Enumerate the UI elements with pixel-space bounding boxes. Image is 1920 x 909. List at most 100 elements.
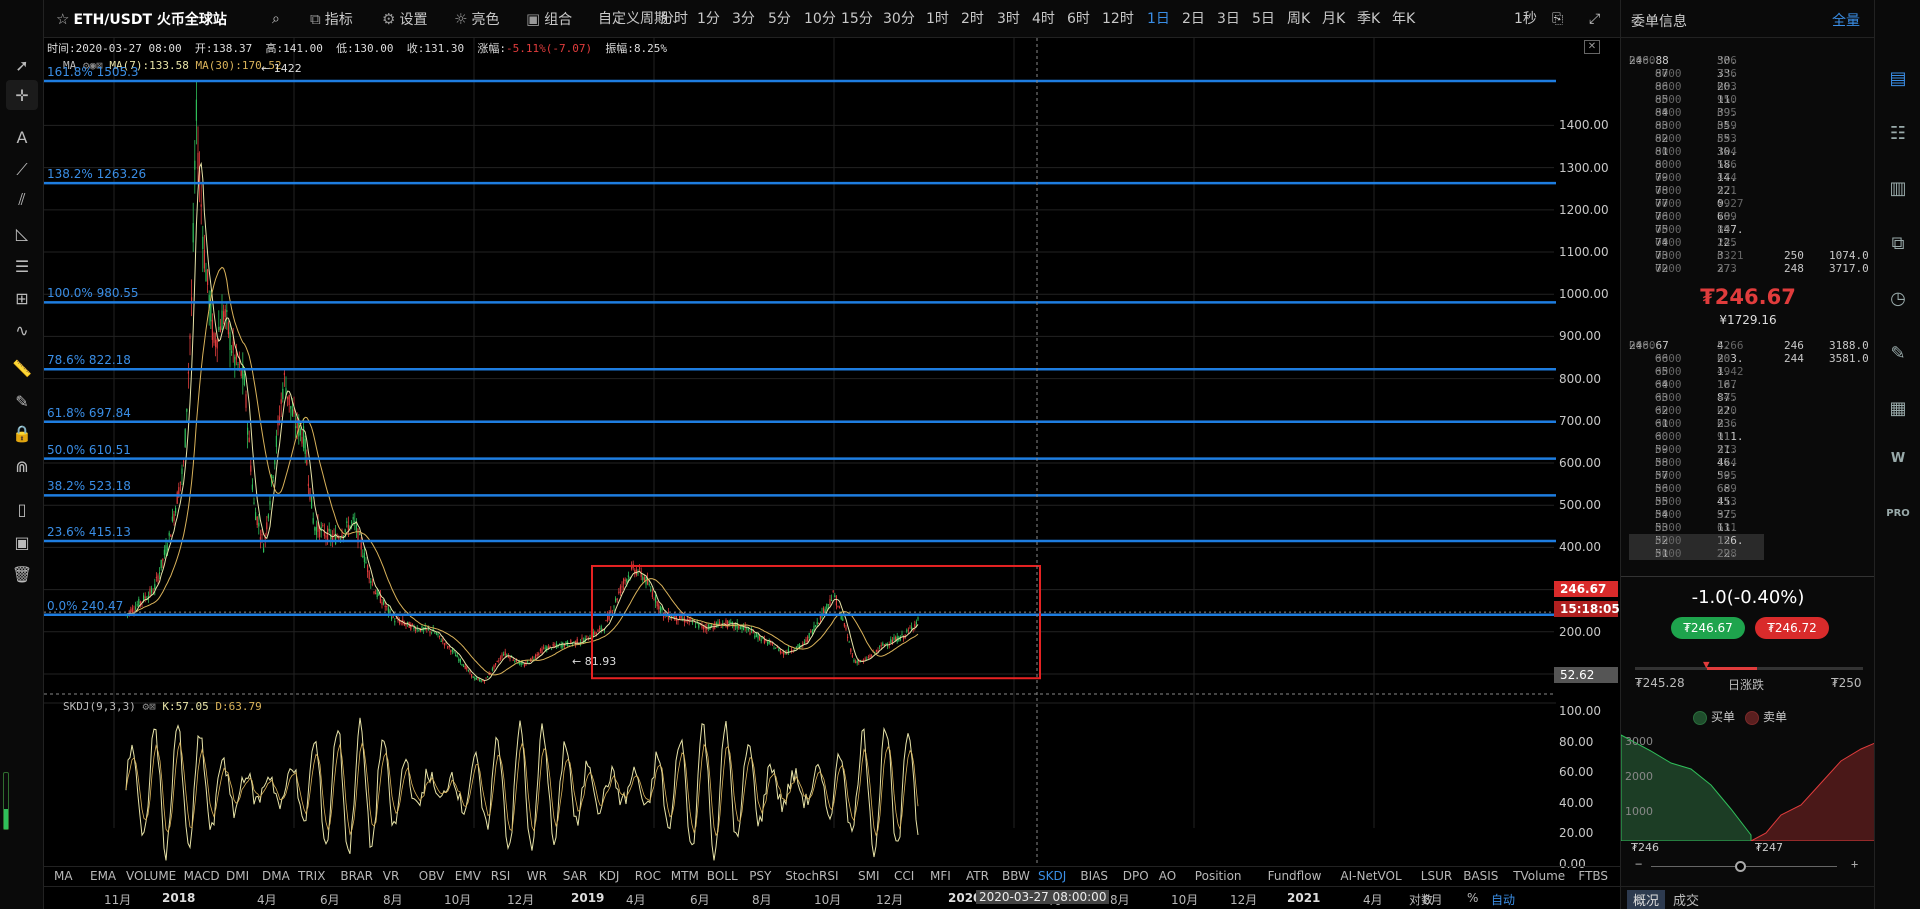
percent-scale-button[interactable]: % <box>1467 891 1478 905</box>
bid-row[interactable]: 63 0000 87. 445 <box>1629 391 1869 404</box>
indicator-tab-stochrsi[interactable]: StochRSI <box>785 869 838 883</box>
bid-row[interactable]: 61 0000 23. 636 <box>1629 417 1869 430</box>
indicator-tab-smi[interactable]: SMI <box>858 869 880 883</box>
period-20[interactable]: 年K <box>1392 0 1415 38</box>
w-icon[interactable]: W <box>1883 443 1913 473</box>
auto-scale-button[interactable]: 自动 <box>1491 891 1515 908</box>
camera-icon[interactable]: ⎘ <box>1552 0 1563 38</box>
ask-row[interactable]: 79 0000 14. 474 <box>1629 171 1869 184</box>
indicator-tab-lsur[interactable]: LSUR <box>1421 869 1452 883</box>
bid-row[interactable]: 246.67 0000 4. 5266 246 3188.0 <box>1629 339 1869 352</box>
indicator-tab-bbw[interactable]: BBW <box>1002 869 1030 883</box>
chart-panel-icon[interactable]: ▤ <box>1883 63 1913 93</box>
indicator-tab-dma[interactable]: DMA <box>262 869 290 883</box>
zoom-out-button[interactable]: − <box>1635 857 1642 871</box>
image-icon[interactable]: ▣ <box>6 527 38 557</box>
period-11[interactable]: 6时 <box>1067 0 1090 38</box>
channel-icon[interactable]: ⫽ <box>6 185 38 215</box>
bid-row[interactable]: 55 0000 45. 113 <box>1629 495 1869 508</box>
bid-row[interactable]: 52 0000 126. 15 <box>1629 534 1764 547</box>
search-icon[interactable]: ⌕ <box>272 0 280 38</box>
trendline-icon[interactable]: ⟋ <box>6 155 38 185</box>
close-icon[interactable]: ✕ <box>1584 40 1600 54</box>
ask-row[interactable]: 75 0000 147. 89 <box>1629 223 1869 236</box>
period-1[interactable]: 1分 <box>697 0 720 38</box>
indicator-tab-ai-netvol[interactable]: AI-NetVOL <box>1340 869 1401 883</box>
indicator-tab-trix[interactable]: TRIX <box>298 869 325 883</box>
bid-row[interactable]: 51 0000 22. 298 <box>1629 547 1764 560</box>
indicator-tab-basis[interactable]: BASIS <box>1463 869 1498 883</box>
ask-row[interactable]: 246.88 0000 30. 556 <box>1629 54 1869 67</box>
clock-icon[interactable]: ◷ <box>1883 283 1913 313</box>
bid-row[interactable]: 57 0000 59. 305 <box>1629 469 1869 482</box>
zoom-knob[interactable] <box>1735 861 1746 872</box>
text-icon[interactable]: A <box>6 122 38 152</box>
period-12[interactable]: 12时 <box>1102 0 1134 38</box>
period-7[interactable]: 1时 <box>926 0 949 38</box>
ask-row[interactable]: 78 0000 22. 571 <box>1629 184 1869 197</box>
full-depth-button[interactable]: 全量 <box>1832 10 1860 30</box>
period-16[interactable]: 5日 <box>1252 0 1275 38</box>
theme-button[interactable]: ☼ 亮色 <box>454 0 499 38</box>
trash-icon[interactable]: 🗑 <box>6 559 38 589</box>
book-icon[interactable]: ▦ <box>1883 393 1913 423</box>
pen-icon[interactable]: ✎ <box>6 386 38 416</box>
indicator-tab-obv[interactable]: OBV <box>419 869 445 883</box>
period-8[interactable]: 2时 <box>961 0 984 38</box>
wave-icon[interactable]: ∿ <box>6 315 38 345</box>
bid-row[interactable]: 65 0000 1. 4942 <box>1629 365 1869 378</box>
ask-row[interactable]: 85 0000 11. 950 <box>1629 93 1869 106</box>
copy-icon[interactable]: ⧉ <box>1883 228 1913 258</box>
indicator-tab-boll[interactable]: BOLL <box>707 869 738 883</box>
indicator-tab-tvolume[interactable]: TVolume <box>1513 869 1565 883</box>
indicator-tab-volume[interactable]: VOLUME <box>126 869 176 883</box>
pencil-icon[interactable]: ✎ <box>1883 338 1913 368</box>
indicator-tab-skdj[interactable]: SKDJ <box>1038 869 1066 883</box>
orders-icon[interactable]: ☷ <box>1883 118 1913 148</box>
bid-row[interactable]: 60 0000 111. 91 <box>1629 430 1869 443</box>
grid-icon[interactable]: ⊞ <box>6 283 38 313</box>
indicator-tab-ao[interactable]: AO <box>1159 869 1176 883</box>
bid-row[interactable]: 66 0000 203. 60 244 3581.0 <box>1629 352 1869 365</box>
triangle-icon[interactable]: ◺ <box>6 218 38 248</box>
kline-chart[interactable] <box>44 38 1556 866</box>
period-10[interactable]: 4时 <box>1032 0 1055 38</box>
indicator-tab-atr[interactable]: ATR <box>966 869 989 883</box>
indicator-tab-ema[interactable]: EMA <box>90 869 116 883</box>
period-5[interactable]: 15分 <box>841 0 873 38</box>
fib-lines-icon[interactable]: ☰ <box>6 251 38 281</box>
indicator-tab-mfi[interactable]: MFI <box>930 869 951 883</box>
depth-bars-icon[interactable]: ▥ <box>1883 173 1913 203</box>
indicator-tab-ma[interactable]: MA <box>54 869 73 883</box>
star-icon[interactable]: ☆ <box>56 10 69 28</box>
depth-zoom-slider[interactable]: − + <box>1631 857 1865 873</box>
symbol-selector[interactable]: ☆ ETH/USDT 火币全球站 <box>56 0 227 38</box>
bid-row[interactable]: 58 0000 46. 174 <box>1629 456 1869 469</box>
ask-row[interactable]: 87 0000 33. 756 <box>1629 67 1869 80</box>
indicator-tab-brar[interactable]: BRAR <box>340 869 373 883</box>
bid-row[interactable]: 62 0000 22. 010 <box>1629 404 1869 417</box>
ask-row[interactable]: 86 0000 20. 633 <box>1629 80 1869 93</box>
ask-row[interactable]: 74 0000 12. 245 <box>1629 236 1869 249</box>
indicator-tab-roc[interactable]: ROC <box>635 869 661 883</box>
zoom-in-button[interactable]: + <box>1851 857 1858 871</box>
refresh-rate[interactable]: 1秒 <box>1514 0 1537 38</box>
indicator-tab-wr[interactable]: WR <box>527 869 547 883</box>
lock-icon[interactable]: 🔒 <box>6 418 38 448</box>
combo-button[interactable]: ▣ 组合 <box>526 0 572 38</box>
fullscreen-icon[interactable]: ⤢ <box>1589 0 1600 38</box>
ask-row[interactable]: 82 0000 55. 893 <box>1629 132 1869 145</box>
indicator-tab-fundflow[interactable]: Fundflow <box>1268 869 1322 883</box>
ask-row[interactable]: 83 0000 35. 049 <box>1629 119 1869 132</box>
period-9[interactable]: 3时 <box>997 0 1020 38</box>
bid-row[interactable]: 53 0000 11. 631 <box>1629 521 1869 534</box>
buy-price-button[interactable]: ₮246.67 <box>1671 617 1745 639</box>
period-15[interactable]: 3日 <box>1217 0 1240 38</box>
bid-row[interactable]: 59 0000 21. 573 <box>1629 443 1869 456</box>
period-13[interactable]: 1日 <box>1147 0 1170 38</box>
period-18[interactable]: 月K <box>1322 0 1345 38</box>
magnet-icon[interactable]: ⋒ <box>6 451 38 481</box>
ask-row[interactable]: 84 0000 39. 695 <box>1629 106 1869 119</box>
cursor-icon[interactable]: ➚ <box>6 50 38 80</box>
period-6[interactable]: 30分 <box>883 0 915 38</box>
